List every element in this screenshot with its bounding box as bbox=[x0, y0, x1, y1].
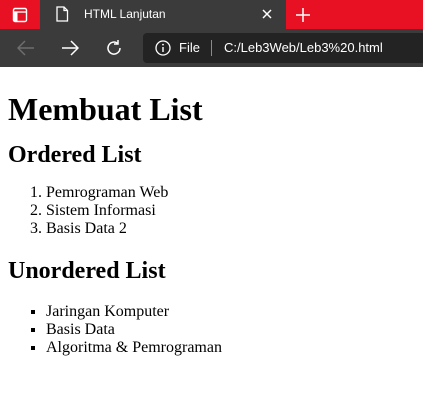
refresh-button[interactable] bbox=[102, 36, 126, 60]
refresh-icon bbox=[107, 40, 121, 55]
ordered-list-item: Pemrograman Web bbox=[46, 184, 415, 202]
tab-strip: HTML Lanjutan bbox=[0, 0, 423, 29]
forward-button[interactable] bbox=[58, 36, 82, 60]
unordered-list-heading: Unordered List bbox=[8, 258, 166, 284]
ordered-list-item: Basis Data 2 bbox=[46, 220, 415, 238]
unordered-list-item: Algoritma & Pemrograman bbox=[46, 339, 415, 357]
ordered-list-item: Sistem Informasi bbox=[46, 202, 415, 220]
plus-icon bbox=[296, 7, 310, 22]
scheme-label: File bbox=[179, 40, 200, 55]
new-tab-button[interactable] bbox=[288, 0, 318, 29]
back-button[interactable] bbox=[14, 36, 38, 60]
tab-actions-button[interactable] bbox=[0, 0, 40, 29]
unordered-list: Jaringan Komputer Basis Data Algoritma &… bbox=[8, 303, 415, 357]
ordered-list: Pemrograman Web Sistem Informasi Basis D… bbox=[8, 184, 415, 238]
page-icon bbox=[56, 6, 69, 22]
browser-tab[interactable]: HTML Lanjutan bbox=[40, 0, 286, 29]
address-separator bbox=[211, 40, 212, 56]
tab-title: HTML Lanjutan bbox=[84, 7, 166, 21]
address-bar[interactable]: File C:/Leb3Web/Leb3%20.html bbox=[143, 33, 423, 63]
arrow-right-icon bbox=[62, 40, 79, 56]
unordered-list-item: Basis Data bbox=[46, 321, 415, 339]
page-content: Membuat List Ordered List Pemrograman We… bbox=[0, 67, 423, 357]
ordered-list-heading: Ordered List bbox=[8, 142, 142, 168]
info-icon[interactable] bbox=[155, 40, 171, 56]
url-text[interactable]: C:/Leb3Web/Leb3%20.html bbox=[224, 40, 383, 55]
close-icon bbox=[262, 9, 272, 19]
tab-actions-icon bbox=[12, 7, 28, 22]
page-heading: Membuat List bbox=[8, 91, 203, 127]
close-tab-button[interactable] bbox=[256, 3, 278, 25]
browser-toolbar: File C:/Leb3Web/Leb3%20.html bbox=[0, 29, 423, 67]
arrow-left-icon bbox=[17, 40, 34, 56]
unordered-list-item: Jaringan Komputer bbox=[46, 303, 415, 321]
